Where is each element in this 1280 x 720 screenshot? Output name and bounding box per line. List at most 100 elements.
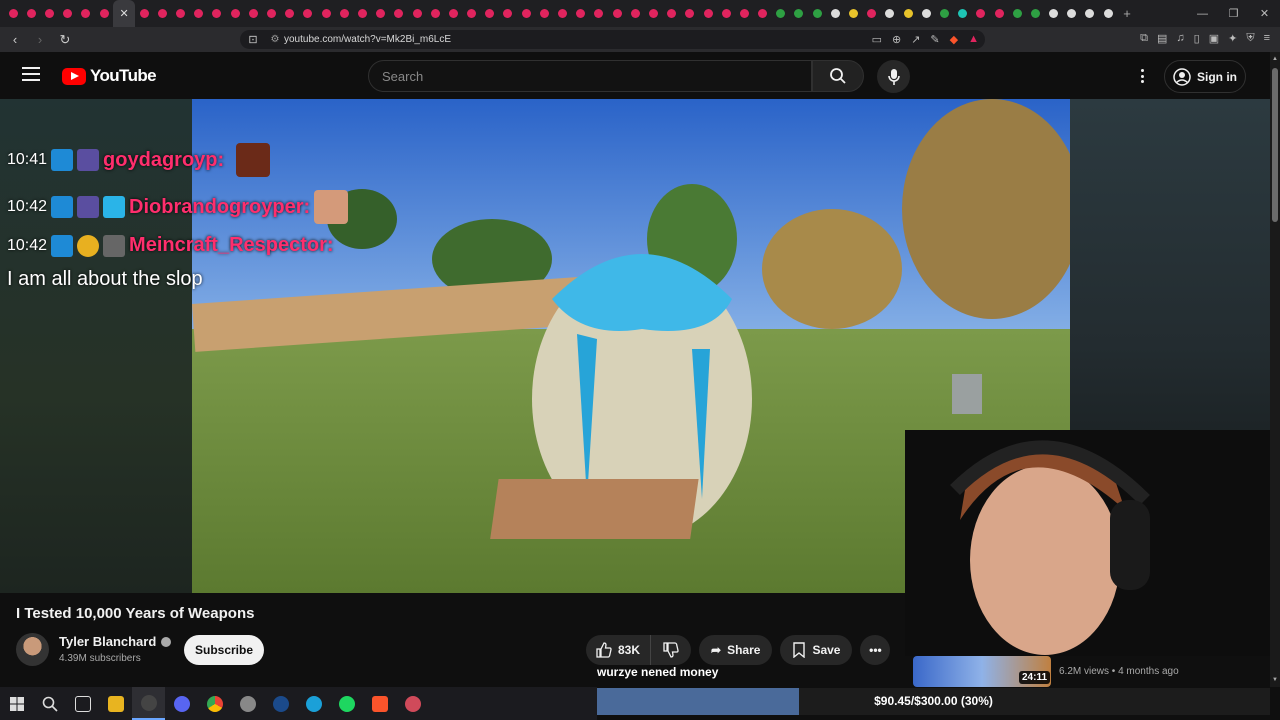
browser-tab[interactable] xyxy=(535,0,553,27)
browser-tab[interactable] xyxy=(408,0,426,27)
browser-tab[interactable] xyxy=(1063,0,1081,27)
browser-tab[interactable] xyxy=(863,0,881,27)
browser-tab[interactable] xyxy=(972,0,990,27)
browser-tab[interactable] xyxy=(317,0,335,27)
browser-tab[interactable] xyxy=(463,0,481,27)
brave-shield-icon[interactable]: ◆ xyxy=(950,33,958,46)
browser-tab[interactable] xyxy=(826,0,844,27)
hamburger-menu-icon[interactable] xyxy=(22,67,40,81)
browser-tab[interactable] xyxy=(4,0,22,27)
taskbar-steam[interactable] xyxy=(264,687,297,720)
browser-tab[interactable] xyxy=(699,0,717,27)
browser-tab[interactable] xyxy=(190,0,208,27)
browser-tab[interactable] xyxy=(153,0,171,27)
dislike-button[interactable] xyxy=(651,635,691,665)
scroll-up-icon[interactable]: ▲ xyxy=(1272,56,1278,62)
youtube-logo[interactable]: YouTube xyxy=(62,66,157,86)
browser-tab[interactable] xyxy=(40,0,58,27)
browser-tab[interactable] xyxy=(426,0,444,27)
browser-tab[interactable] xyxy=(22,0,40,27)
browser-tab[interactable] xyxy=(572,0,590,27)
sign-in-button[interactable]: Sign in xyxy=(1164,60,1246,93)
close-tab-icon[interactable]: ✕ xyxy=(120,7,129,20)
task-view-button[interactable] xyxy=(66,687,99,720)
browser-tab[interactable] xyxy=(1045,0,1063,27)
settings-kebab-icon[interactable] xyxy=(1134,66,1150,86)
taskbar-edge[interactable] xyxy=(297,687,330,720)
browser-tab[interactable] xyxy=(281,0,299,27)
channel-name[interactable]: Tyler Blanchard xyxy=(59,634,172,649)
taskbar-app-2[interactable] xyxy=(396,687,429,720)
browser-tab[interactable] xyxy=(717,0,735,27)
taskbar-obs[interactable] xyxy=(132,687,165,720)
browser-tab[interactable] xyxy=(481,0,499,27)
close-window-icon[interactable]: ✕ xyxy=(1249,0,1280,27)
url-text[interactable]: youtube.com/watch?v=Mk2Bi_m6LcE xyxy=(284,34,451,45)
search-button[interactable] xyxy=(812,60,864,92)
browser-tab[interactable] xyxy=(553,0,571,27)
subscribe-button[interactable]: Subscribe xyxy=(184,635,264,665)
wallet-icon[interactable]: ▣ xyxy=(1209,32,1219,45)
browser-tab[interactable] xyxy=(226,0,244,27)
browser-tab[interactable] xyxy=(754,0,772,27)
browser-tab[interactable] xyxy=(335,0,353,27)
recommended-video[interactable]: 24:11 6.2M views • 4 months ago xyxy=(913,656,1270,687)
search-box[interactable] xyxy=(368,60,812,92)
browser-tab[interactable] xyxy=(772,0,790,27)
browser-tab[interactable] xyxy=(208,0,226,27)
share-button[interactable]: ➦ Share xyxy=(699,635,773,665)
puzzle-icon[interactable]: ✎ xyxy=(930,33,939,46)
browser-tab[interactable] xyxy=(1026,0,1044,27)
browser-tab[interactable] xyxy=(1081,0,1099,27)
browser-tab[interactable] xyxy=(299,0,317,27)
browser-tab[interactable] xyxy=(808,0,826,27)
taskbar-search-button[interactable] xyxy=(33,687,66,720)
browser-tab[interactable] xyxy=(172,0,190,27)
browser-tab[interactable] xyxy=(262,0,280,27)
save-button[interactable]: Save xyxy=(780,635,853,665)
leo-icon[interactable]: ✦ xyxy=(1228,32,1237,45)
browser-tab[interactable] xyxy=(59,0,77,27)
scrollbar-thumb[interactable] xyxy=(1272,68,1278,222)
browser-tab[interactable] xyxy=(917,0,935,27)
reader-icon[interactable]: ▯ xyxy=(1194,32,1200,45)
taskbar-chrome[interactable] xyxy=(198,687,231,720)
start-button[interactable] xyxy=(0,687,33,720)
browser-tab[interactable] xyxy=(663,0,681,27)
browser-tab[interactable] xyxy=(954,0,972,27)
media-icon[interactable]: ♫ xyxy=(1176,32,1184,45)
bookmark-icon[interactable]: ⊡ xyxy=(240,33,266,46)
browser-tab[interactable] xyxy=(626,0,644,27)
browser-tab[interactable] xyxy=(644,0,662,27)
browser-tab[interactable] xyxy=(844,0,862,27)
active-tab[interactable]: ✕ xyxy=(113,0,136,27)
minimize-icon[interactable]: — xyxy=(1187,0,1218,27)
browser-tab[interactable] xyxy=(1008,0,1026,27)
browser-tab[interactable] xyxy=(77,0,95,27)
vpn-icon[interactable]: ⛨ xyxy=(1246,32,1254,45)
url-bar[interactable]: ⊡ ⚙ youtube.com/watch?v=Mk2Bi_m6LcE ▭ ⊕ … xyxy=(240,30,985,49)
browser-tab[interactable] xyxy=(95,0,113,27)
menu-icon[interactable]: ≡ xyxy=(1264,32,1270,45)
browser-tab[interactable] xyxy=(735,0,753,27)
extensions-icon[interactable]: ⧉ xyxy=(1140,32,1148,45)
browser-tab[interactable] xyxy=(590,0,608,27)
taskbar-app[interactable] xyxy=(231,687,264,720)
site-info-icon[interactable]: ⚙ xyxy=(266,34,284,45)
search-input[interactable] xyxy=(382,68,811,84)
browser-tab[interactable] xyxy=(990,0,1008,27)
channel-avatar[interactable] xyxy=(16,633,49,666)
browser-tab[interactable] xyxy=(244,0,262,27)
taskbar-spotify[interactable] xyxy=(330,687,363,720)
browser-tab[interactable] xyxy=(135,0,153,27)
browser-tab[interactable] xyxy=(899,0,917,27)
browser-tab[interactable] xyxy=(935,0,953,27)
more-actions-button[interactable]: ••• xyxy=(860,635,891,665)
new-tab-button[interactable]: + xyxy=(1123,6,1131,21)
restore-icon[interactable]: ❐ xyxy=(1218,0,1249,27)
channel-name-text[interactable]: Tyler Blanchard xyxy=(59,634,156,649)
taskbar-brave[interactable] xyxy=(363,687,396,720)
browser-tab[interactable] xyxy=(517,0,535,27)
browser-tab[interactable] xyxy=(353,0,371,27)
browser-tab[interactable] xyxy=(390,0,408,27)
